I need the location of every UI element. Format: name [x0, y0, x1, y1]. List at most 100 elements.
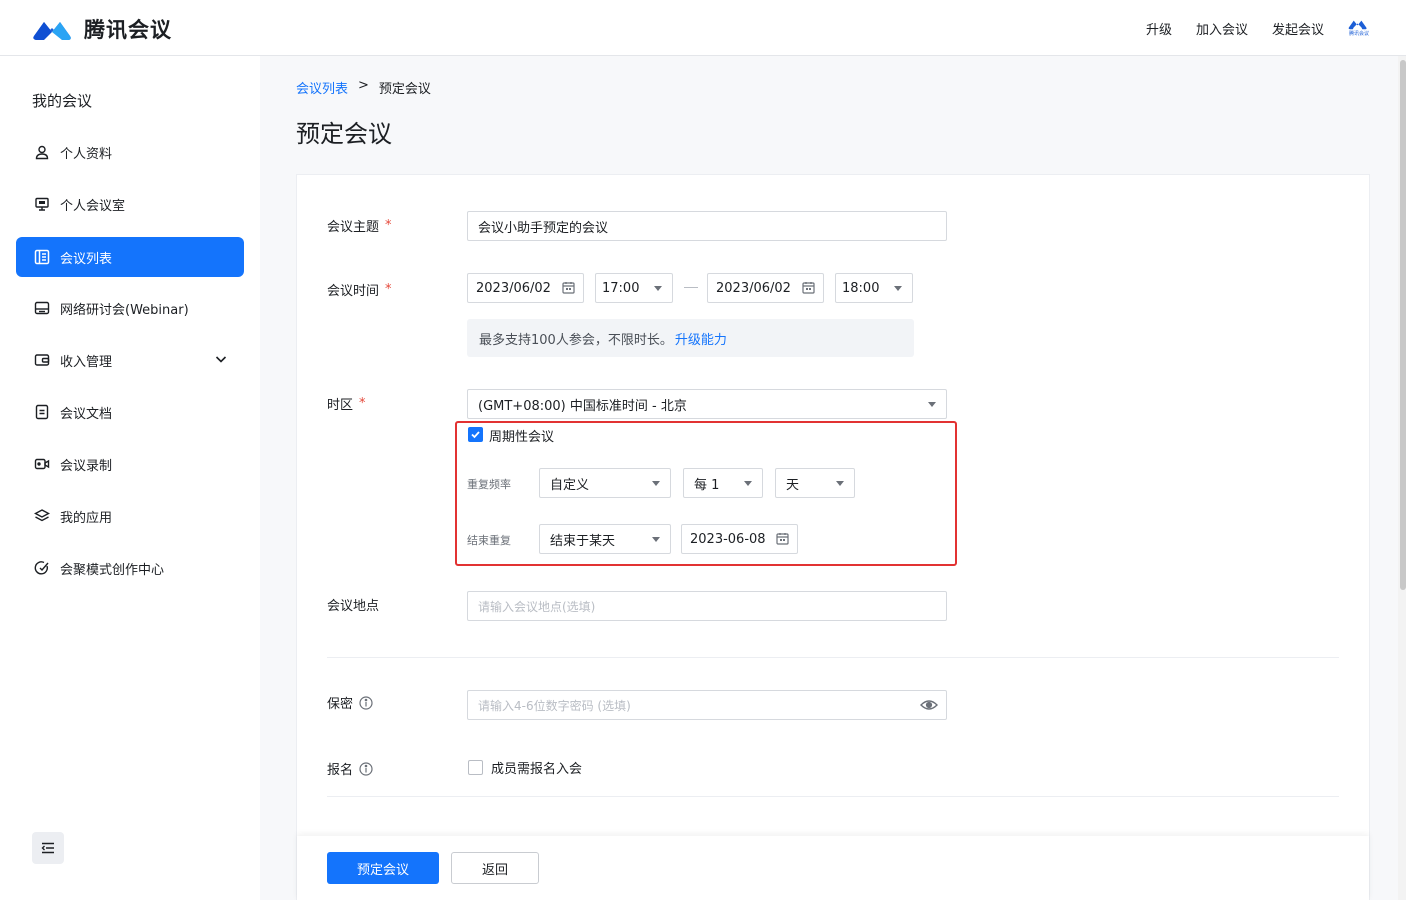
recurring-checkbox[interactable]	[468, 427, 483, 442]
end-mode-select[interactable]: 结束于某天	[539, 524, 671, 554]
upgrade-capability-link[interactable]: 升级能力	[675, 329, 727, 348]
location-label: 会议地点	[327, 595, 379, 614]
frequency-label: 重复频率	[467, 478, 511, 491]
top-header: 腾讯会议 升级 加入会议 发起会议 腾讯会议	[0, 0, 1406, 56]
location-input[interactable]: 请输入会议地点(选填)	[467, 591, 947, 621]
password-label: 保密	[327, 693, 373, 712]
frequency-value: 自定义	[550, 477, 590, 493]
account-avatar[interactable]: 腾讯会议	[1348, 17, 1370, 39]
password-placeholder: 请输入4-6位数字密码 (选填)	[478, 698, 631, 713]
time-label: 会议时间 *	[327, 280, 392, 299]
section-divider	[327, 796, 1339, 797]
caret-down-icon	[928, 402, 936, 407]
info-icon[interactable]	[359, 761, 373, 776]
sidebar-item-label: 网络研讨会(Webinar)	[60, 302, 189, 318]
end-date-input[interactable]: 2023/06/02	[707, 273, 824, 303]
breadcrumb-separator: >	[358, 78, 369, 93]
frequency-select[interactable]: 自定义	[539, 468, 671, 498]
timezone-value: (GMT+08:00) 中国标准时间 - 北京	[478, 398, 687, 414]
end-repeat-date-input[interactable]: 2023-06-08	[681, 524, 798, 554]
capacity-notice: 最多支持100人参会，不限时长。 升级能力	[467, 319, 914, 357]
app-logo[interactable]: 腾讯会议	[32, 14, 172, 44]
nav-start-meeting[interactable]: 发起会议	[1272, 19, 1324, 38]
timezone-label-text: 时区	[327, 398, 354, 413]
document-icon	[34, 404, 50, 420]
back-button[interactable]: 返回	[451, 852, 539, 884]
subject-label: 会议主题 *	[327, 216, 392, 235]
sidebar-item-creation-center[interactable]: 会聚模式创作中心	[16, 548, 244, 588]
sidebar-item-my-apps[interactable]: 我的应用	[16, 496, 244, 536]
timezone-select[interactable]: (GMT+08:00) 中国标准时间 - 北京	[467, 389, 947, 419]
info-icon[interactable]	[359, 695, 373, 710]
required-mark: *	[385, 218, 392, 233]
start-time-select[interactable]: 17:00	[595, 273, 673, 303]
calendar-icon	[802, 281, 815, 298]
interval-value: 每 1	[694, 477, 720, 493]
unit-value: 天	[786, 477, 800, 493]
monitor-icon	[34, 196, 50, 212]
collapse-sidebar-button[interactable]	[32, 832, 64, 864]
wallet-icon	[34, 352, 50, 368]
list-icon	[34, 249, 50, 265]
end-time-select[interactable]: 18:00	[835, 273, 913, 303]
calendar-icon	[562, 281, 575, 298]
breadcrumb-current: 预定会议	[378, 82, 431, 97]
location-label-text: 会议地点	[327, 599, 380, 614]
schedule-meeting-button[interactable]: 预定会议	[327, 852, 439, 884]
breadcrumb-meeting-list[interactable]: 会议列表	[296, 78, 348, 97]
sidebar-title: 我的会议	[32, 92, 93, 110]
end-repeat-date-value: 2023-06-08	[690, 531, 766, 547]
end-time-value: 18:00	[842, 280, 880, 296]
end-repeat-label: 结束重复	[467, 534, 511, 547]
required-mark: *	[385, 282, 392, 297]
webinar-icon	[34, 300, 50, 316]
subject-label-text: 会议主题	[327, 220, 380, 235]
sidebar-item-label: 会议录制	[60, 458, 113, 474]
breadcrumb: 会议列表 > 预定会议	[296, 78, 431, 97]
nav-join-meeting[interactable]: 加入会议	[1196, 19, 1248, 38]
sidebar-item-meeting-list[interactable]: 会议列表	[16, 237, 244, 277]
start-date-value: 2023/06/02	[476, 280, 551, 296]
sidebar-item-webinar[interactable]: 网络研讨会(Webinar)	[16, 288, 244, 328]
chevron-down-icon[interactable]	[214, 352, 228, 370]
start-date-input[interactable]: 2023/06/02	[467, 273, 584, 303]
caret-down-icon	[654, 286, 662, 291]
sidebar-item-personal-room[interactable]: 个人会议室	[16, 184, 244, 224]
password-label-text: 保密	[327, 697, 354, 712]
time-label-text: 会议时间	[327, 284, 380, 299]
sidebar-item-recording[interactable]: 会议录制	[16, 444, 244, 484]
end-date-value: 2023/06/02	[716, 280, 791, 296]
tencent-meeting-mini-logo-icon	[1348, 20, 1367, 30]
nav-upgrade[interactable]: 升级	[1146, 19, 1172, 38]
app-name: 腾讯会议	[84, 18, 172, 42]
creation-icon	[34, 560, 50, 576]
sidebar-item-label: 收入管理	[60, 354, 113, 370]
sidebar-item-documents[interactable]: 会议文档	[16, 392, 244, 432]
sidebar-item-label: 会议列表	[60, 251, 113, 267]
tencent-meeting-logo-icon	[33, 22, 71, 40]
sidebar-item-profile[interactable]: 个人资料	[16, 132, 244, 172]
sidebar: 我的会议 个人资料 个人会议室 会议列表 网络研讨会(Webinar) 收入管理	[0, 56, 260, 900]
timezone-label: 时区 *	[327, 394, 366, 413]
time-range-dash	[684, 287, 698, 288]
unit-select[interactable]: 天	[775, 468, 855, 498]
registration-checkbox-label[interactable]: 成员需报名入会	[491, 758, 582, 777]
calendar-icon	[776, 532, 789, 549]
section-divider	[327, 657, 1339, 658]
page-scrollbar-thumb[interactable]	[1400, 60, 1406, 590]
end-mode-value: 结束于某天	[550, 533, 616, 549]
registration-checkbox[interactable]	[468, 760, 483, 775]
user-icon	[34, 144, 50, 160]
password-input[interactable]: 请输入4-6位数字密码 (选填)	[467, 690, 947, 720]
sidebar-item-income[interactable]: 收入管理	[16, 340, 244, 380]
interval-select[interactable]: 每 1	[683, 468, 763, 498]
caret-down-icon	[652, 537, 660, 542]
subject-input[interactable]: 会议小助手预定的会议	[467, 211, 947, 241]
registration-label-text: 报名	[327, 763, 354, 778]
video-icon	[34, 456, 50, 472]
notice-text: 最多支持100人参会，不限时长。	[479, 332, 673, 348]
sidebar-item-label: 个人资料	[60, 146, 113, 162]
recurring-checkbox-label[interactable]: 周期性会议	[489, 426, 554, 445]
eye-icon[interactable]	[920, 698, 938, 715]
caret-down-icon	[652, 481, 660, 486]
